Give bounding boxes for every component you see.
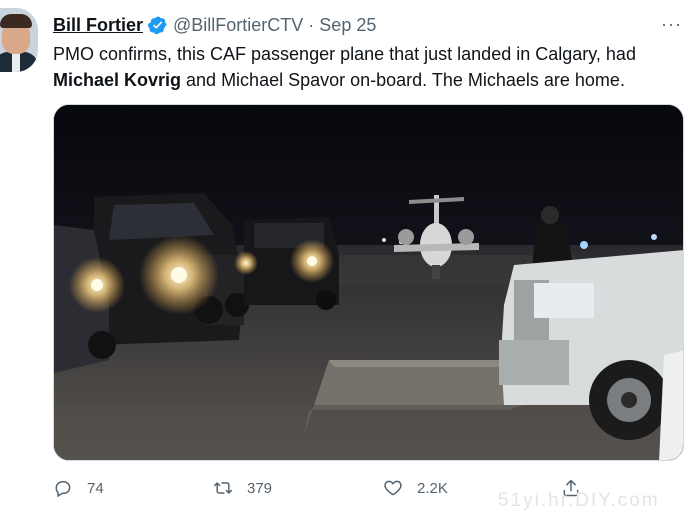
reply-button[interactable]: 74 [53,478,104,498]
retweet-count: 379 [247,479,273,497]
retweet-icon [213,482,233,494]
like-button[interactable]: 2.2K [383,478,448,498]
like-count: 2.2K [417,479,448,497]
watermark: 51yi.hr.DIY.com [498,490,660,511]
more-horizontal-icon[interactable]: ··· [661,14,682,35]
header-separator: · [308,14,315,35]
tweet-photo[interactable] [53,104,684,461]
avatar-hair [0,14,32,28]
author-avatar[interactable] [0,8,38,72]
tweet-text-part2: and Michael Spavor on-board. The Michael… [181,70,625,90]
verified-badge-icon [148,15,168,35]
night-tarmac-photo [54,105,683,460]
tweet-date[interactable]: Sep 25 [319,15,376,36]
reply-count: 74 [87,479,104,497]
tweet-text-part1: PMO confirms, this CAF passenger plane t… [53,44,636,64]
tweet-text-bold: Michael Kovrig [53,70,182,90]
tweet-header: Bill Fortier @BillFortierCTV · Sep 25 [53,14,376,36]
reply-icon [55,481,71,498]
heart-icon [384,480,402,496]
retweet-button[interactable]: 379 [213,478,272,498]
tweet-text: PMO confirms, this CAF passenger plane t… [53,41,685,93]
author-name[interactable]: Bill Fortier [53,15,143,36]
avatar-shirt [12,52,20,72]
author-handle[interactable]: @BillFortierCTV [173,15,303,36]
